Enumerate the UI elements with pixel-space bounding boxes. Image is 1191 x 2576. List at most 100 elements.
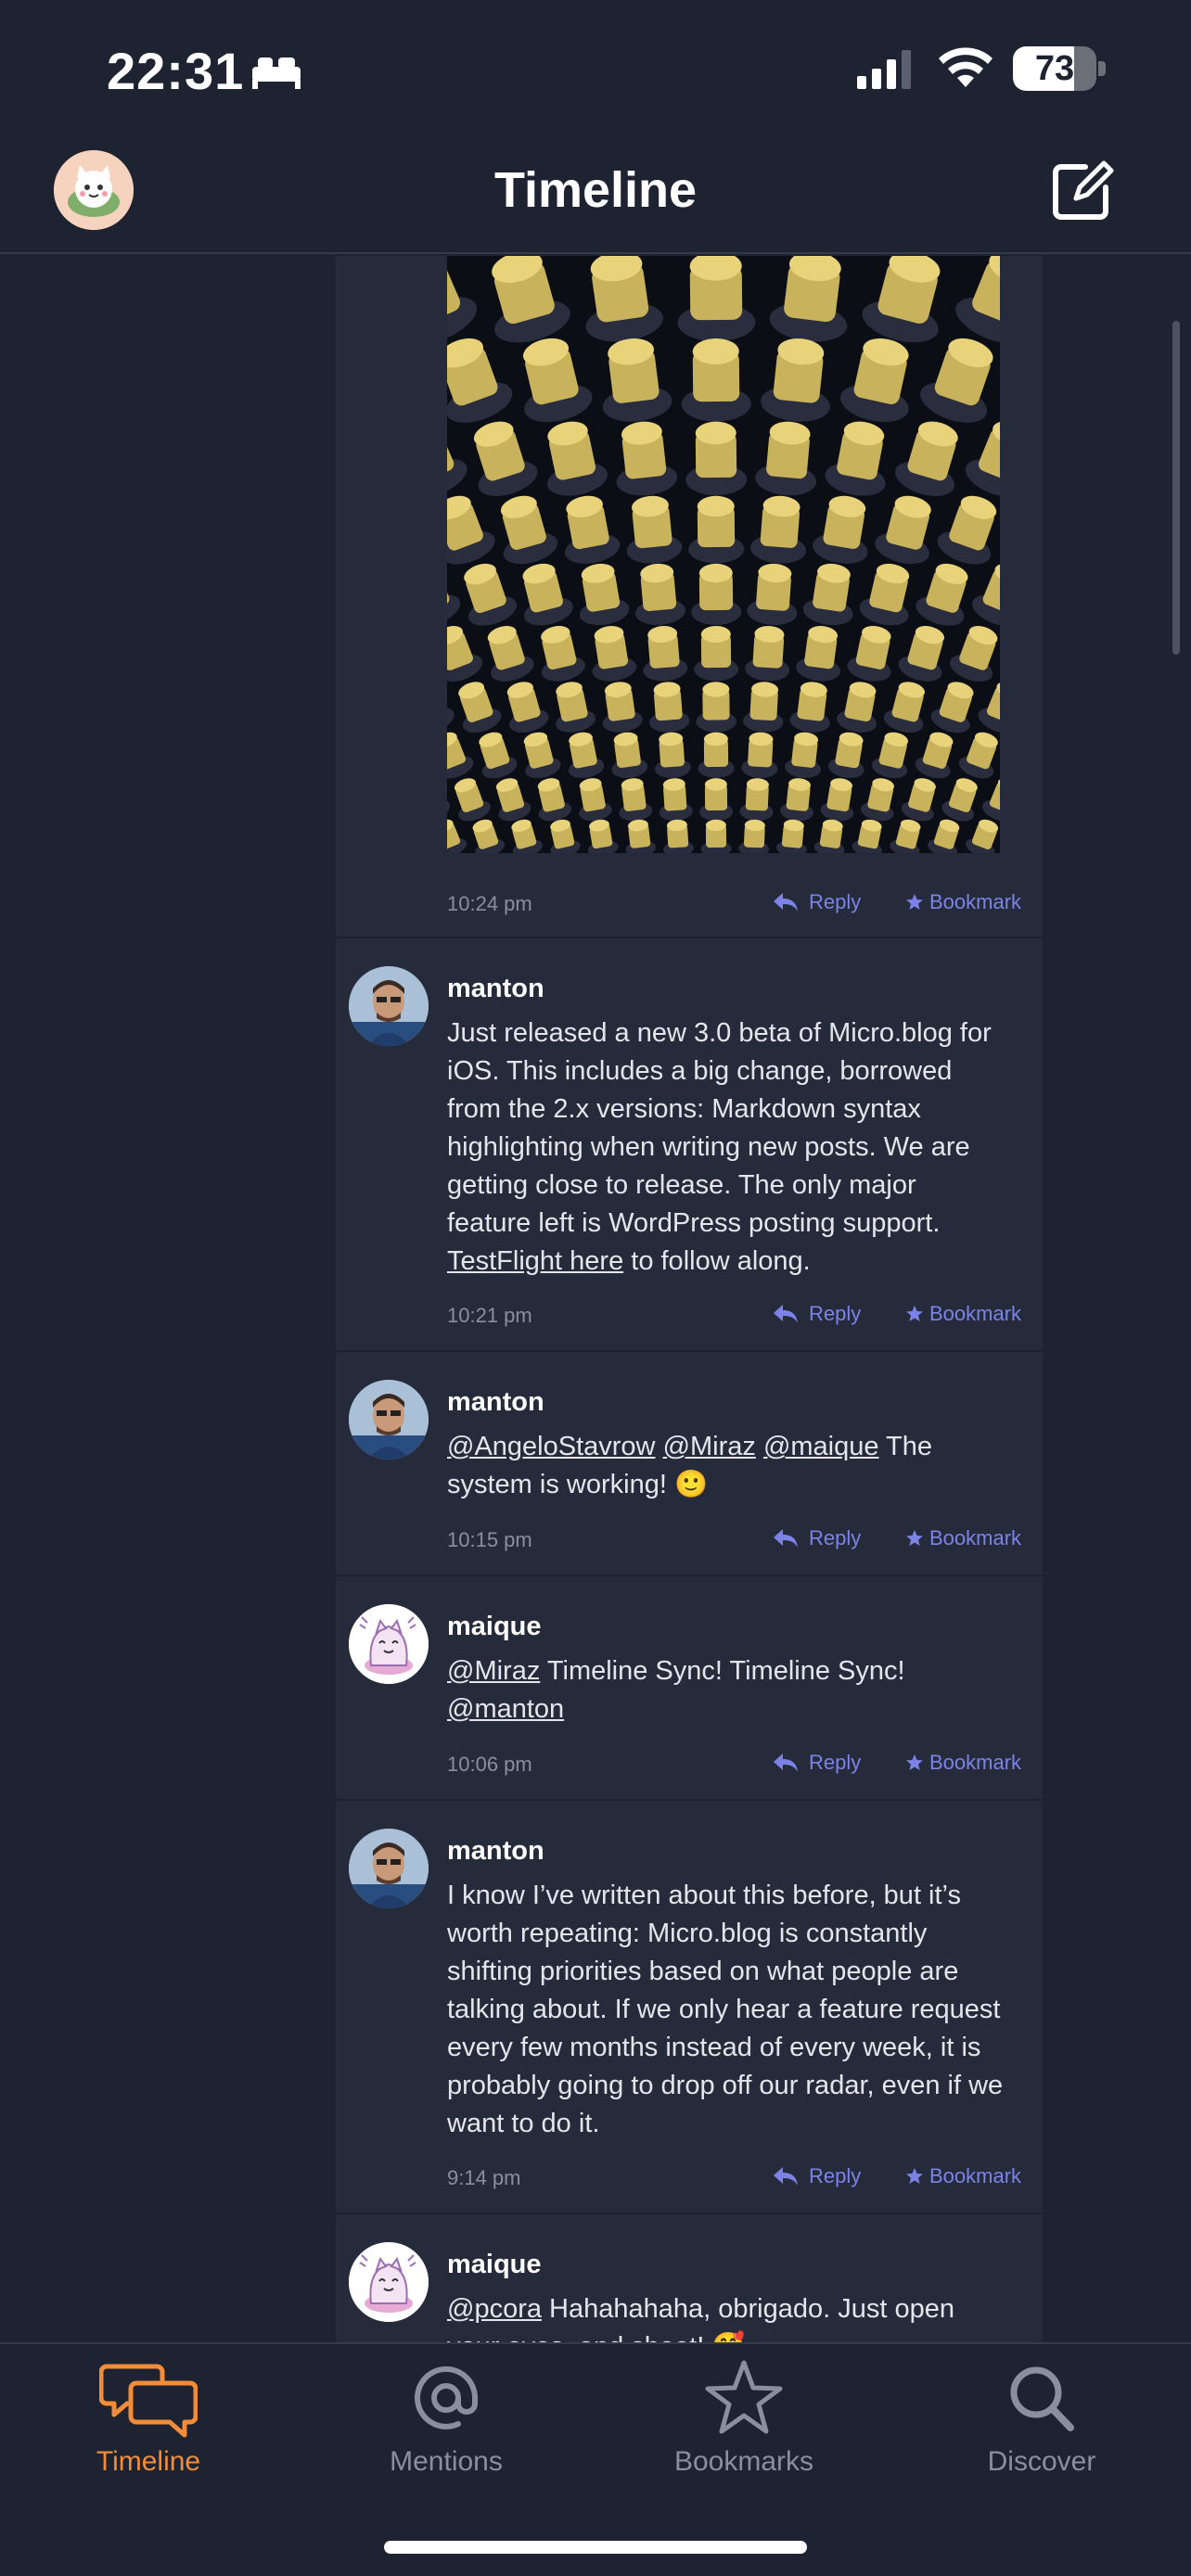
reply-button[interactable]: Reply [772, 1751, 861, 1775]
tab-timeline[interactable]: Timeline [37, 2357, 260, 2496]
post-text: Just released a new 3.0 beta of Micro.bl… [447, 1014, 1004, 1281]
tab-label: Bookmarks [673, 2446, 814, 2477]
bookmark-label: Bookmark [929, 1526, 1022, 1549]
bookmark-label: Bookmark [929, 1751, 1022, 1774]
post-text: @Miraz Timeline Sync! Timeline Sync! @ma… [447, 1652, 1004, 1728]
author-avatar[interactable] [349, 2242, 429, 2322]
post-text-segment: Timeline Sync! Timeline Sync! [540, 1656, 905, 1686]
reply-label: Reply [809, 1751, 862, 1774]
speech-bubbles-icon [99, 2364, 198, 2438]
star-icon [906, 1530, 923, 1546]
reply-label: Reply [809, 890, 862, 913]
battery-percent: 73 [1034, 49, 1075, 88]
author-name[interactable]: manton [447, 1836, 544, 1867]
post-meta-row: 10:24 pm Reply Bookmark [447, 886, 1022, 924]
timeline-feed[interactable]: 10:24 pm Reply Bookmark manton Just rele… [336, 256, 1043, 2342]
at-sign-icon [415, 2366, 479, 2429]
star-icon [906, 894, 923, 910]
reply-arrow-icon [774, 2167, 798, 2186]
mention-link[interactable]: @manton [447, 1694, 564, 1724]
bookmark-label: Bookmark [929, 1302, 1022, 1325]
bookmark-button[interactable]: Bookmark [905, 2164, 1021, 2188]
reply-arrow-icon [774, 893, 798, 912]
bookmark-button[interactable]: Bookmark [905, 890, 1021, 914]
status-bar: 22:31 73 [0, 0, 1191, 139]
testflight-link[interactable]: TestFlight here [447, 1246, 623, 1276]
scrollbar[interactable] [1172, 321, 1180, 655]
post-text-segment: I know I’ve written about this before, b… [447, 1881, 1004, 2138]
mention-link[interactable]: @AngeloStavrow [447, 1432, 656, 1461]
navigation-header: Timeline [0, 139, 1191, 254]
reply-label: Reply [809, 1302, 862, 1325]
cellular-signal-icon [857, 50, 911, 89]
post-meta-row: 10:21 pm Reply Bookmark [447, 1298, 1022, 1335]
post-text-segment: Just released a new 3.0 beta of Micro.bl… [447, 1018, 992, 1238]
manton-avatar-icon [349, 1380, 429, 1460]
reply-button[interactable]: Reply [772, 890, 861, 914]
post-card[interactable]: maique @pcora Hahahahaha, obrigado. Just… [336, 2214, 1043, 2342]
compose-icon[interactable] [1048, 158, 1115, 224]
post-time: 10:24 pm [447, 892, 532, 915]
bookmark-label: Bookmark [929, 890, 1022, 913]
search-icon [1010, 2366, 1074, 2431]
post-text-segment [756, 1432, 763, 1461]
mention-link[interactable]: @pcora [447, 2294, 542, 2324]
post-card[interactable]: manton @AngeloStavrow @Miraz @maique The… [336, 1352, 1043, 1575]
tab-bookmarks[interactable]: Bookmarks [633, 2357, 855, 2496]
home-indicator[interactable] [384, 2541, 807, 2554]
post-card[interactable]: manton I know I’ve written about this be… [336, 1801, 1043, 2213]
post-photo[interactable] [447, 256, 1000, 853]
author-avatar[interactable] [349, 1829, 429, 1908]
tab-label: Mentions [390, 2446, 503, 2477]
reply-label: Reply [809, 1526, 862, 1549]
timeline-screen: 22:31 73 Timeline 10:24 pm Reply Bookmar… [0, 0, 1191, 2576]
post-card[interactable]: maique @Miraz Timeline Sync! Timeline Sy… [336, 1576, 1043, 1799]
status-time: 22:31 [107, 42, 245, 100]
post-text: @pcora Hahahahaha, obrigado. Just open y… [447, 2290, 1004, 2342]
post-meta-row: 10:15 pm Reply Bookmark [447, 1523, 1022, 1560]
tab-label: Timeline [96, 2446, 201, 2477]
bookmark-label: Bookmark [929, 2164, 1022, 2187]
reply-arrow-icon [774, 1529, 798, 1548]
reply-button[interactable]: Reply [772, 1526, 861, 1550]
reply-arrow-icon [774, 1305, 798, 1323]
star-icon [906, 1754, 923, 1770]
author-name[interactable]: maique [447, 2250, 542, 2280]
bookmark-button[interactable]: Bookmark [905, 1302, 1021, 1326]
post-meta-row: 9:14 pm Reply Bookmark [447, 2161, 1022, 2198]
star-icon [705, 2360, 783, 2434]
post-meta-row: 10:06 pm Reply Bookmark [447, 1747, 1022, 1784]
author-avatar[interactable] [349, 1604, 429, 1684]
bookmark-button[interactable]: Bookmark [905, 1751, 1021, 1775]
mention-link[interactable]: @maique [763, 1432, 879, 1461]
star-icon [906, 1306, 923, 1321]
post-text: @AngeloStavrow @Miraz @maique The system… [447, 1428, 1004, 1504]
author-avatar[interactable] [349, 966, 429, 1046]
reply-button[interactable]: Reply [772, 2164, 861, 2188]
battery-body: 73 [1013, 46, 1096, 91]
author-avatar[interactable] [349, 1380, 429, 1460]
tab-mentions[interactable]: Mentions [335, 2357, 557, 2496]
post-text-segment: to follow along. [623, 1246, 811, 1276]
bed-icon [252, 57, 301, 89]
bookmark-button[interactable]: Bookmark [905, 1526, 1021, 1550]
wine-bottles-photo [447, 256, 1000, 853]
post-card[interactable]: manton Just released a new 3.0 beta of M… [336, 938, 1043, 1350]
mention-link[interactable]: @Miraz [447, 1656, 540, 1686]
author-name[interactable]: manton [447, 974, 544, 1004]
manton-avatar-icon [349, 966, 429, 1046]
reply-label: Reply [809, 2164, 862, 2187]
manton-avatar-icon [349, 1829, 429, 1908]
wifi-icon [939, 47, 992, 87]
post-time: 10:06 pm [447, 1753, 532, 1776]
post-time: 9:14 pm [447, 2166, 521, 2189]
post-time: 10:21 pm [447, 1304, 532, 1327]
mention-link[interactable]: @Miraz [663, 1432, 756, 1461]
author-name[interactable]: maique [447, 1612, 542, 1642]
maique-avatar-icon [349, 2242, 429, 2322]
reply-button[interactable]: Reply [772, 1302, 861, 1326]
battery-cap [1098, 61, 1106, 76]
tab-discover[interactable]: Discover [930, 2357, 1153, 2496]
post-time: 10:15 pm [447, 1528, 532, 1551]
author-name[interactable]: manton [447, 1387, 544, 1418]
